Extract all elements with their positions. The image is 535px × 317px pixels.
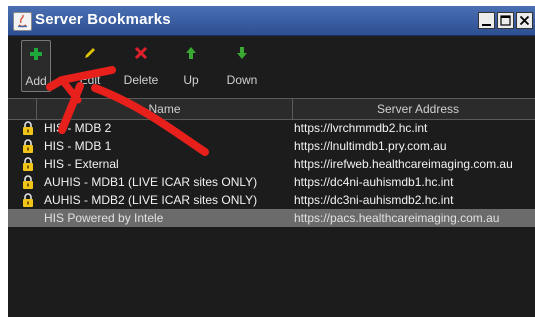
row-name: AUHIS - MDB2 (LIVE ICAR sites ONLY) xyxy=(44,193,258,207)
toolbar: Add Edit Delete Up Down xyxy=(8,36,535,96)
row-address: https://irefweb.healthcareimaging.com.au xyxy=(294,157,513,171)
row-name: HIS - MDB 1 xyxy=(44,139,112,153)
table-row[interactable]: HIS - MDB 1 https://lnultimdb1.pry.com.a… xyxy=(8,137,535,155)
edit-label: Edit xyxy=(79,73,101,87)
delete-button[interactable]: Delete xyxy=(118,40,164,92)
add-label: Add xyxy=(25,74,47,88)
delete-label: Delete xyxy=(123,73,159,87)
up-button[interactable]: Up xyxy=(176,40,206,92)
column-header-server-address[interactable]: Server Address xyxy=(293,99,535,119)
minimize-button[interactable] xyxy=(478,12,495,29)
plus-icon xyxy=(30,48,42,60)
row-name: AUHIS - MDB1 (LIVE ICAR sites ONLY) xyxy=(44,175,258,189)
pencil-icon xyxy=(85,48,95,58)
up-label: Up xyxy=(183,73,199,87)
row-address: https://lvrchmmdb2.hc.int xyxy=(294,121,428,135)
server-bookmarks-window: Server Bookmarks Add Edit Delete Up Down… xyxy=(8,6,535,317)
row-address: https://dc3ni-auhismdb2.hc.int xyxy=(294,193,454,207)
title-bar[interactable]: Server Bookmarks xyxy=(8,6,535,36)
column-header-name[interactable]: Name xyxy=(37,99,292,119)
lock-icon xyxy=(23,175,33,189)
table-row[interactable]: AUHIS - MDB1 (LIVE ICAR sites ONLY) http… xyxy=(8,173,535,191)
down-label: Down xyxy=(226,73,258,87)
row-name: HIS - External xyxy=(44,157,119,171)
maximize-button[interactable] xyxy=(497,12,514,29)
lock-icon xyxy=(23,157,33,171)
table-row[interactable]: AUHIS - MDB2 (LIVE ICAR sites ONLY) http… xyxy=(8,191,535,209)
table-header: Name Server Address xyxy=(8,98,535,120)
row-name: HIS - MDB 2 xyxy=(44,121,112,135)
lock-icon xyxy=(23,121,33,135)
row-address: https://dc4ni-auhismdb1.hc.int xyxy=(294,175,454,189)
table-empty-area[interactable] xyxy=(8,231,535,317)
lock-icon xyxy=(23,193,33,207)
table-row-selected[interactable]: HIS Powered by Intele https://pacs.healt… xyxy=(8,209,535,227)
row-address: https://pacs.healthcareimaging.com.au xyxy=(294,211,500,225)
row-address: https://lnultimdb1.pry.com.au xyxy=(294,139,447,153)
close-button[interactable] xyxy=(516,12,533,29)
add-button[interactable]: Add xyxy=(21,40,51,92)
java-app-icon xyxy=(13,12,32,31)
lock-icon xyxy=(23,139,33,153)
table-row[interactable]: HIS - External https://irefweb.healthcar… xyxy=(8,155,535,173)
arrow-up-icon xyxy=(186,47,196,59)
arrow-down-icon xyxy=(237,47,247,59)
row-name: HIS Powered by Intele xyxy=(44,211,164,225)
edit-button[interactable]: Edit xyxy=(72,40,108,92)
window-title: Server Bookmarks xyxy=(35,11,171,28)
down-button[interactable]: Down xyxy=(220,40,264,92)
x-icon xyxy=(134,46,148,60)
table-row[interactable]: HIS - MDB 2 https://lvrchmmdb2.hc.int xyxy=(8,119,535,137)
